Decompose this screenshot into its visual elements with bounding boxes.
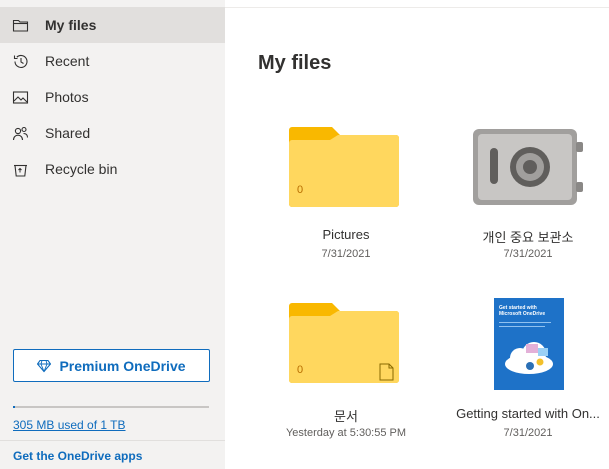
sidebar-item-my-files[interactable]: My files (0, 7, 225, 43)
document-tile-getting-started[interactable]: Get started with Microsoft OneDrive Gett… (453, 296, 603, 444)
folder-tile-documents[interactable]: 0 문서 Yesterday at 5:30:55 PM (271, 296, 421, 444)
premium-onedrive-label: Premium OneDrive (59, 357, 186, 374)
cloud-illustration-icon (505, 342, 553, 374)
item-date: Yesterday at 5:30:55 PM (285, 427, 407, 439)
folder-tile-pictures[interactable]: 0 Pictures 7/31/2021 (271, 122, 421, 262)
item-name: Pictures (322, 227, 370, 242)
item-date: 7/31/2021 (503, 427, 553, 439)
recent-icon (13, 54, 28, 69)
get-apps-link[interactable]: Get the OneDrive apps (13, 449, 142, 463)
divider (0, 440, 225, 441)
photos-icon (12, 91, 29, 104)
item-name: 문서 (334, 409, 358, 424)
item-name: Getting started with On... (456, 406, 600, 421)
shared-icon (12, 126, 29, 141)
sidebar-item-label: My files (45, 17, 97, 33)
thumbnail-title: Get started with Microsoft OneDrive (499, 305, 546, 317)
storage-progress-fill (13, 406, 15, 408)
item-date: 7/31/2021 (503, 248, 553, 260)
sidebar-item-photos[interactable]: Photos (0, 79, 225, 115)
premium-onedrive-button[interactable]: Premium OneDrive (13, 349, 210, 382)
folder-icon (289, 127, 399, 207)
vault-tile[interactable]: 개인 중요 보관소 7/31/2021 (453, 122, 603, 262)
storage-progress-bar (13, 406, 209, 408)
sidebar-item-label: Shared (45, 125, 91, 141)
divider (225, 7, 609, 8)
sidebar-item-label: Recycle bin (45, 161, 118, 177)
sidebar-item-shared[interactable]: Shared (0, 115, 225, 151)
document-thumbnail: Get started with Microsoft OneDrive (494, 298, 564, 390)
sidebar-item-recent[interactable]: Recent (0, 43, 225, 79)
diamond-icon (37, 359, 52, 372)
sidebar-item-label: Recent (45, 53, 90, 69)
vault-icon (473, 129, 583, 205)
folder-icon (289, 303, 399, 383)
sidebar-item-label: Photos (45, 89, 89, 105)
sidebar-item-recycle-bin[interactable]: Recycle bin (0, 151, 225, 187)
recycle-bin-icon (14, 164, 27, 177)
item-count-badge: 0 (297, 364, 304, 376)
page-title: My files (258, 52, 332, 74)
sidebar: My files Recent Photos Shared Recycle bi… (0, 0, 225, 469)
folder-icon (12, 19, 29, 32)
item-name: 개인 중요 보관소 (482, 230, 574, 245)
storage-usage-link[interactable]: 305 MB used of 1 TB (13, 418, 126, 432)
item-count-badge: 0 (297, 184, 304, 196)
item-date: 7/31/2021 (321, 248, 371, 260)
main-content: My files 0 Pictures 7/31/2021 개인 중요 보관소 … (225, 0, 609, 469)
